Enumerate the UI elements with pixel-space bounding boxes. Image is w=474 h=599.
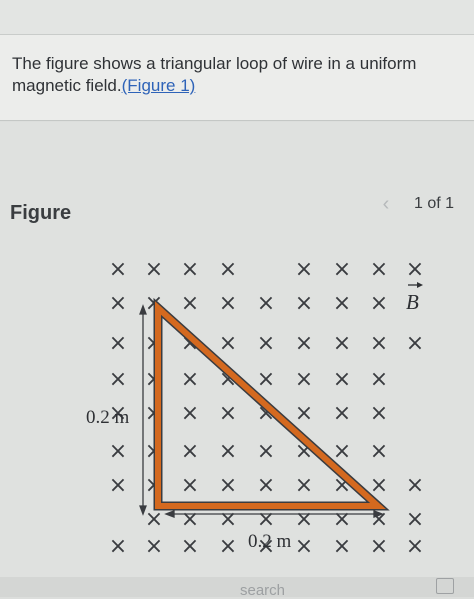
- field-x-mark: ×: [219, 473, 237, 498]
- field-x-mark: ×: [370, 473, 388, 498]
- search-hint: search: [240, 582, 286, 599]
- bottom-strip: [0, 577, 474, 597]
- field-x-mark: ×: [406, 534, 424, 559]
- field-x-mark: ×: [219, 534, 237, 559]
- field-x-mark: ×: [109, 473, 127, 498]
- field-x-mark: ×: [370, 534, 388, 559]
- field-x-mark: ×: [181, 507, 199, 532]
- field-x-mark: ×: [109, 257, 127, 282]
- field-x-mark: ×: [295, 473, 313, 498]
- field-x-mark: ×: [109, 439, 127, 464]
- field-vector-label: B: [406, 282, 423, 314]
- field-x-mark: ×: [370, 439, 388, 464]
- field-x-mark: ×: [181, 439, 199, 464]
- field-x-mark: ×: [295, 534, 313, 559]
- field-x-mark: ×: [295, 401, 313, 426]
- field-x-mark: ×: [406, 473, 424, 498]
- field-x-mark: ×: [333, 507, 351, 532]
- field-x-mark: ×: [333, 534, 351, 559]
- panel-icon[interactable]: [436, 578, 454, 594]
- field-x-mark: ×: [295, 507, 313, 532]
- field-x-mark: ×: [109, 331, 127, 356]
- field-x-mark: ×: [370, 401, 388, 426]
- field-x-mark: ×: [257, 507, 275, 532]
- field-label: B: [406, 290, 419, 314]
- field-x-mark: ×: [370, 367, 388, 392]
- field-x-mark: ×: [295, 257, 313, 282]
- field-x-mark: ×: [406, 507, 424, 532]
- field-x-mark: ×: [181, 534, 199, 559]
- field-x-mark: ×: [370, 291, 388, 316]
- field-x-mark: ×: [219, 257, 237, 282]
- field-x-mark: ×: [257, 439, 275, 464]
- magnetic-field-diagram: × × × × × × × × × × × × × × × × × × × × × × × × × × × × × × × × × × × × × × × ×…: [0, 122, 474, 577]
- field-x-mark: ×: [333, 367, 351, 392]
- field-x-mark: ×: [109, 367, 127, 392]
- field-x-mark: ×: [295, 291, 313, 316]
- field-x-mark: ×: [219, 331, 237, 356]
- field-x-mark: ×: [257, 291, 275, 316]
- field-x-mark: ×: [109, 534, 127, 559]
- field-x-mark: ×: [333, 401, 351, 426]
- problem-card: The figure shows a triangular loop of wi…: [0, 35, 474, 121]
- field-x-mark: ×: [181, 291, 199, 316]
- field-x-mark: ×: [257, 331, 275, 356]
- problem-text: The figure shows a triangular loop of wi…: [12, 54, 417, 95]
- field-x-mark: ×: [333, 439, 351, 464]
- top-strip: [0, 0, 474, 35]
- field-x-mark: ×: [219, 507, 237, 532]
- field-x-mark: ×: [333, 257, 351, 282]
- field-x-mark: ×: [145, 507, 163, 532]
- field-x-mark: ×: [181, 473, 199, 498]
- field-x-mark: ×: [333, 291, 351, 316]
- field-x-mark: ×: [181, 257, 199, 282]
- field-x-mark: ×: [257, 367, 275, 392]
- problem-statement: The figure shows a triangular loop of wi…: [12, 53, 452, 97]
- field-x-mark: ×: [181, 401, 199, 426]
- field-x-mark: ×: [181, 367, 199, 392]
- vertical-side-label: 0.2 m: [86, 407, 130, 428]
- field-x-mark: ×: [219, 401, 237, 426]
- field-x-mark: ×: [370, 331, 388, 356]
- field-x-mark: ×: [145, 257, 163, 282]
- field-x-mark: ×: [406, 257, 424, 282]
- field-x-mark: ×: [406, 331, 424, 356]
- field-x-mark: ×: [145, 534, 163, 559]
- field-x-mark: ×: [257, 473, 275, 498]
- field-x-mark: ×: [109, 291, 127, 316]
- field-x-mark: ×: [219, 291, 237, 316]
- figure-link[interactable]: (Figure 1): [122, 76, 196, 95]
- field-x-mark: ×: [333, 331, 351, 356]
- horizontal-side-label: 0.2 m: [248, 531, 292, 552]
- field-x-mark: ×: [295, 331, 313, 356]
- field-x-mark: ×: [295, 367, 313, 392]
- field-x-mark: ×: [219, 439, 237, 464]
- field-x-mark: ×: [370, 257, 388, 282]
- field-x-mark: ×: [370, 507, 388, 532]
